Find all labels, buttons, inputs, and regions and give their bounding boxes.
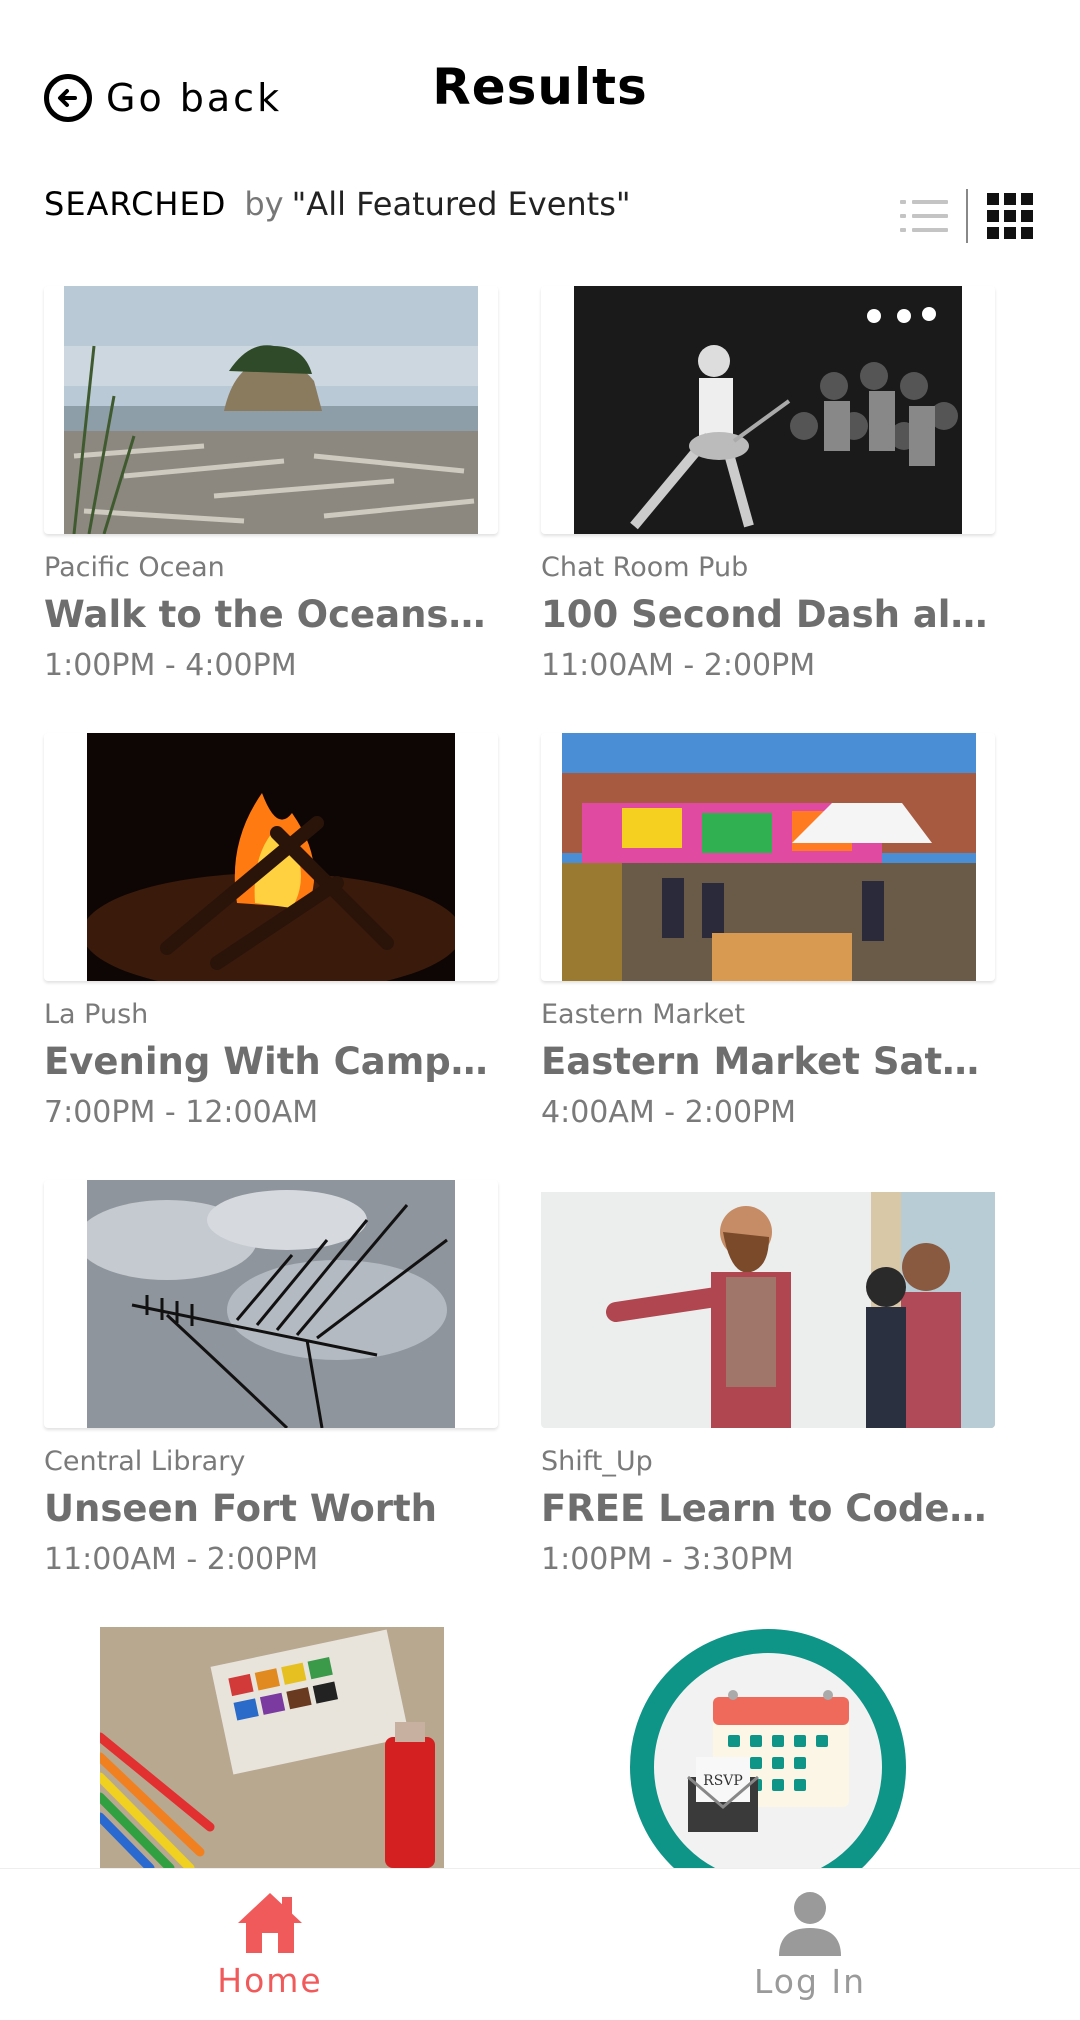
event-image: RSVP [541,1627,995,1868]
event-venue: Pacific Ocean [44,552,225,583]
event-image [44,1627,498,1868]
event-time: 7:00PM - 12:00AM [44,1095,319,1130]
event-title[interactable]: FREE Learn to Code ... [541,1487,995,1530]
event-card[interactable]: RSVP [541,1627,995,1868]
view-toggle [896,188,1038,244]
list-icon [900,200,948,232]
event-image [541,286,995,534]
list-view-button[interactable] [896,188,952,244]
event-time: 4:00AM - 2:00PM [541,1095,797,1130]
event-time: 1:00PM - 3:30PM [541,1542,794,1577]
event-title[interactable]: Unseen Fort Worth [44,1487,498,1530]
user-icon [779,1891,841,1956]
rsvp-text: RSVP [703,1773,743,1789]
page-title: Results [432,58,648,116]
event-venue: La Push [44,999,149,1030]
event-title[interactable]: Eastern Market Satur... [541,1040,995,1083]
event-venue: Eastern Market [541,999,746,1030]
event-time: 1:00PM - 4:00PM [44,648,297,683]
toggle-divider [966,189,968,243]
event-image [541,1180,995,1428]
event-venue: Central Library [44,1446,246,1477]
event-venue: Shift_Up [541,1446,653,1477]
bottom-nav: Home Log In [0,1868,1080,2020]
event-image [44,1180,498,1428]
search-by: by [244,185,284,223]
antenna-sky-photo [87,1180,455,1428]
event-time: 11:00AM - 2:00PM [541,648,816,683]
campfire-photo [87,733,455,981]
search-summary: SEARCHED by "All Featured Events" [44,185,631,235]
event-card[interactable]: Pacific Ocean Walk to the Oceansi... 1:0… [44,286,498,683]
event-title[interactable]: Evening With Campfi... [44,1040,498,1083]
event-image [44,733,498,981]
coastal-sea-stack-photo [64,286,478,534]
nav-login-label: Log In [753,1961,867,2001]
art-supplies-photo [100,1627,444,1868]
search-label: SEARCHED [44,185,227,223]
event-title[interactable]: 100 Second Dash alb... [541,593,995,636]
event-image [541,733,995,981]
grid-view-button[interactable] [982,188,1038,244]
event-card[interactable]: La Push Evening With Campfi... 7:00PM - … [44,733,498,1130]
event-time: 11:00AM - 2:00PM [44,1542,319,1577]
nav-home[interactable]: Home [0,1869,540,2020]
whiteboard-coding-photo [541,1192,995,1428]
home-icon [238,1892,302,1953]
results-page: Go back Results SEARCHED by "All Feature… [0,0,1080,2020]
farmers-market-photo [562,733,976,981]
nav-home-label: Home [217,1960,323,2000]
header: Go back Results [0,0,1080,170]
event-card[interactable]: Shift_Up FREE Learn to Code ... 1:00PM -… [541,1180,995,1577]
rsvp-calendar-icon: RSVP [630,1629,906,1868]
grid-icon [987,193,1033,239]
event-title[interactable]: Walk to the Oceansi... [44,593,498,636]
event-card[interactable]: Chat Room Pub 100 Second Dash alb... 11:… [541,286,995,683]
event-card[interactable] [44,1627,498,1868]
event-card[interactable]: Central Library Unseen Fort Worth 11:00A… [44,1180,498,1577]
search-query: "All Featured Events" [291,185,631,223]
event-image [44,286,498,534]
event-venue: Chat Room Pub [541,552,749,583]
nav-login[interactable]: Log In [540,1869,1080,2020]
event-card[interactable]: Eastern Market Eastern Market Satur... 4… [541,733,995,1130]
punk-concert-photo [574,286,962,534]
